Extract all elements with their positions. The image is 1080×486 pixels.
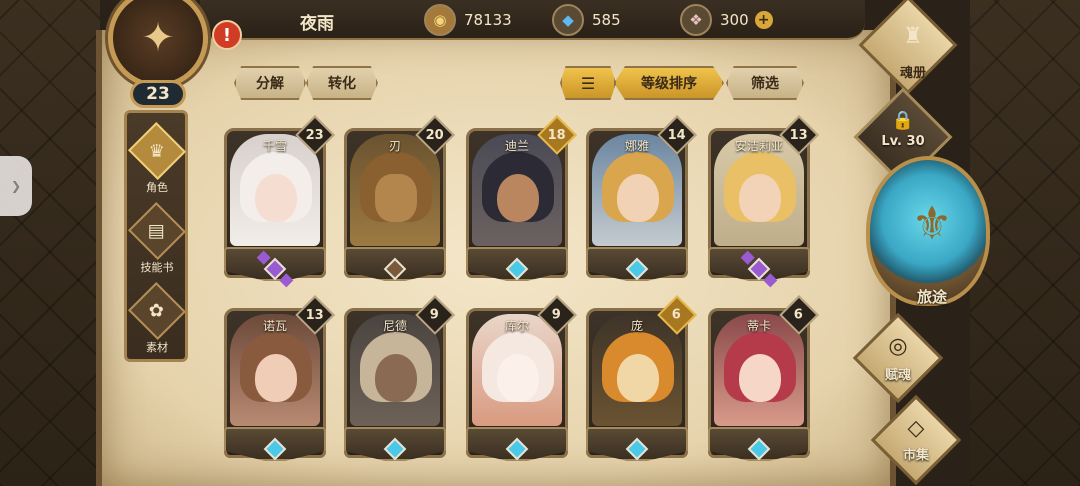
crystal-resource: ❖ 300 + (680, 4, 773, 36)
gold-value: 78133 (464, 11, 512, 29)
player-name: 夜雨 (300, 14, 334, 34)
convert-button[interactable]: 转化 (306, 66, 378, 100)
decompose-button[interactable]: 分解 (234, 66, 306, 100)
gem-value: 585 (592, 11, 621, 29)
hero-face (617, 354, 659, 402)
side-pull-handle[interactable]: ❯ (0, 156, 32, 216)
hero-card[interactable]: 蒂卡 6 (708, 295, 819, 461)
avatar[interactable]: ✦ (108, 0, 208, 88)
soul-book-label: 魂册 (899, 66, 926, 81)
left-category-nav: ♛ 角色 ▤ 技能书 ✿ 素材 (124, 110, 188, 362)
material-icon: ✿ (128, 282, 186, 340)
market-label: 市集 (902, 448, 929, 463)
talent-icon: ◎ (888, 334, 908, 359)
player-avatar-emblem[interactable]: ✦ 23 (100, 0, 216, 108)
blue-crystal-icon: ◆ (552, 4, 584, 36)
soul-book-icon: ♜ (903, 24, 923, 49)
locked-level-label: Lv. 30 (881, 134, 925, 149)
level-sort-button[interactable]: 等级排序 (614, 66, 724, 100)
add-crystal-button[interactable]: + (754, 11, 773, 29)
sort-icon: ☰ (580, 73, 596, 93)
hero-card[interactable]: 千雪 23 (224, 115, 335, 281)
nav-item-label: 角色 (146, 181, 168, 194)
hero-face (375, 354, 417, 402)
talent-label: 赋魂 (884, 368, 911, 383)
hero-face (497, 174, 539, 222)
character-icon: ♛ (128, 122, 186, 180)
nav-item-material[interactable]: ✿ 素材 (128, 282, 186, 355)
gold-resource: ◉ 78133 (424, 4, 512, 36)
hero-face (255, 174, 297, 222)
hero-card[interactable]: 诺瓦 13 (224, 295, 335, 461)
hero-face (255, 354, 297, 402)
lock-icon: 🔒 (891, 110, 915, 131)
market-gem-icon: ◇ (907, 416, 925, 441)
hero-face (375, 174, 417, 222)
nav-item-skillbook[interactable]: ▤ 技能书 (128, 202, 186, 275)
nav-item-label: 素材 (146, 341, 168, 354)
left-background (0, 0, 100, 486)
hero-card[interactable]: 迪兰 18 (466, 115, 577, 281)
hero-card[interactable]: 尼德 9 (344, 295, 455, 461)
pink-crystal-icon: ❖ (680, 4, 712, 36)
hero-face (497, 354, 539, 402)
hero-face (617, 174, 659, 222)
hero-card[interactable]: 娜雅 14 (586, 115, 697, 281)
gem-resource: ◆ 585 (552, 4, 621, 36)
hero-face (739, 174, 781, 222)
sort-order-button[interactable]: ☰ (560, 66, 616, 100)
hero-card[interactable]: 库尔 9 (466, 295, 577, 461)
gold-coin-icon: ◉ (424, 4, 456, 36)
hero-card[interactable]: 庞 6 (586, 295, 697, 461)
skillbook-icon: ▤ (128, 202, 186, 260)
journey-button[interactable]: ⚜ 旅途 (866, 156, 990, 306)
journey-emblem-icon: ⚜ (911, 196, 953, 250)
journey-label: 旅途 (916, 288, 947, 306)
alert-icon[interactable]: ! (212, 20, 242, 50)
hero-card[interactable]: 刃 20 (344, 115, 455, 281)
player-level-badge: 23 (130, 80, 186, 108)
crystal-value: 300 (720, 11, 749, 29)
filter-button[interactable]: 筛选 (726, 66, 804, 100)
nav-item-character[interactable]: ♛ 角色 (128, 122, 186, 195)
hero-card[interactable]: 安洁莉亚 13 (708, 115, 819, 281)
hero-face (739, 354, 781, 402)
nav-item-label: 技能书 (140, 261, 174, 274)
